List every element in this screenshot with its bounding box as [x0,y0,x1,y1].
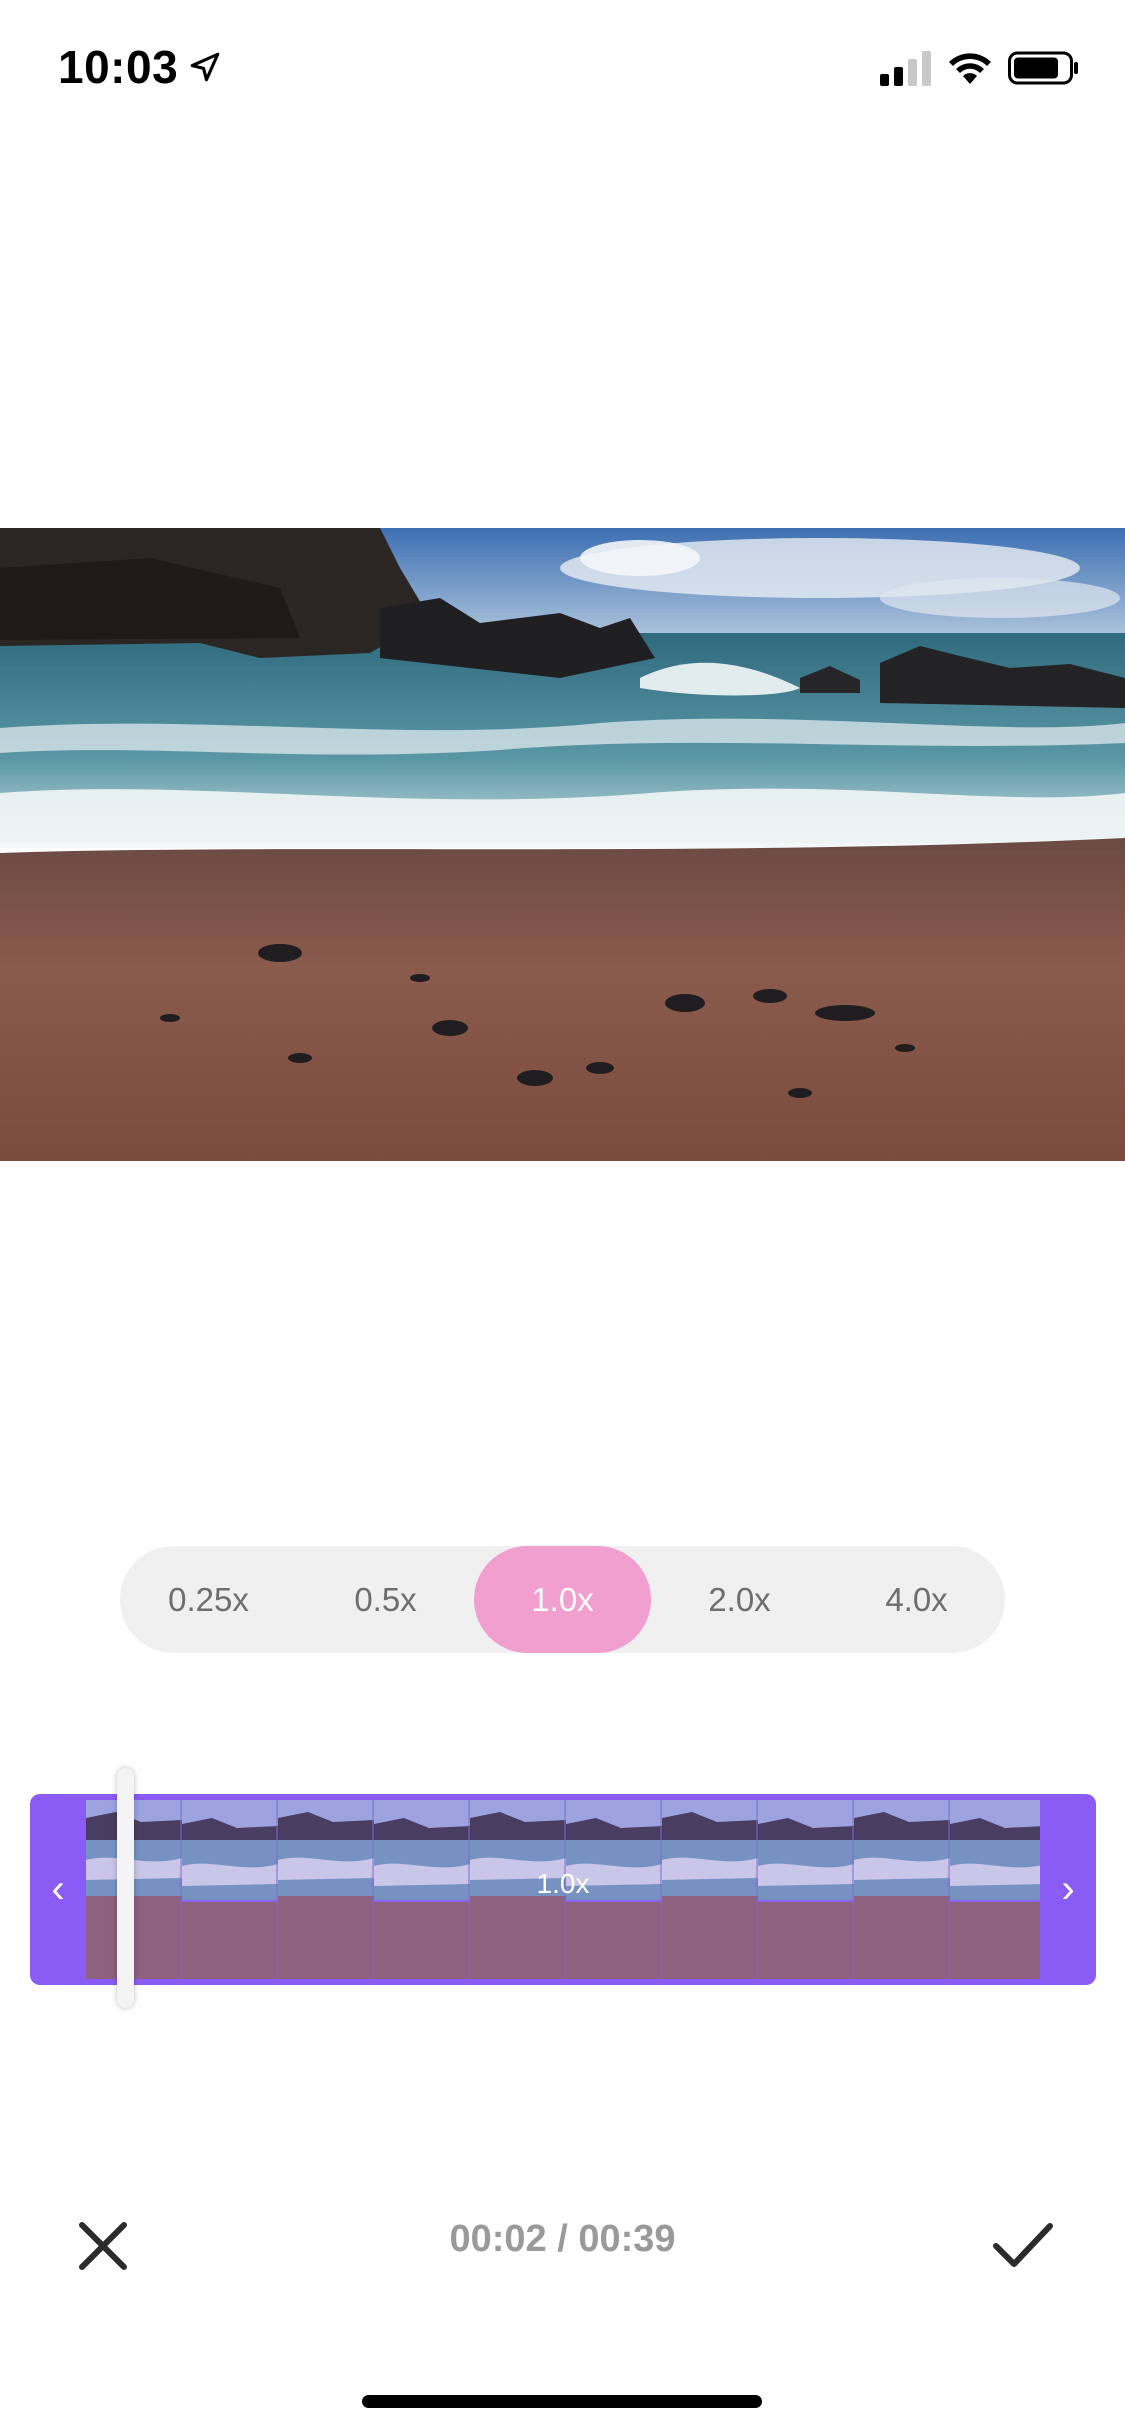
speed-option-0.5x[interactable]: 0.5x [297,1546,474,1653]
location-arrow-icon [190,52,220,82]
chevron-left-icon: ‹ [51,1867,65,1911]
video-preview[interactable] [0,528,1125,1161]
signal-icon [880,51,931,86]
playhead-scrubber[interactable] [117,1768,134,2008]
speed-option-1.0x-selected[interactable]: 1.0x [474,1546,651,1653]
timeline-speed-label: 1.0x [536,1867,590,1899]
chevron-right-icon: › [1061,1867,1075,1911]
speed-option-0.25x[interactable]: 0.25x [120,1546,297,1653]
speed-option-4.0x[interactable]: 4.0x [828,1546,1005,1653]
wifi-icon [949,53,991,84]
speed-selector: 0.25x 0.5x 1.0x 2.0x 4.0x [120,1546,1005,1653]
status-time: 10:03 [58,41,179,93]
beach-video-frame [0,528,1125,1161]
home-indicator[interactable] [362,2395,762,2408]
trim-left-handle[interactable]: ‹ [30,1794,86,1985]
speed-option-2.0x[interactable]: 2.0x [651,1546,828,1653]
trim-right-handle[interactable]: › [1040,1794,1096,1985]
checkmark-icon[interactable] [990,2212,1056,2278]
battery-icon [1008,51,1078,85]
video-timeline[interactable]: ‹ › 1.0x [30,1794,1096,1985]
status-bar: 10:03 [0,0,1125,140]
playback-time-readout: 00:02 / 00:39 [449,2218,676,2260]
